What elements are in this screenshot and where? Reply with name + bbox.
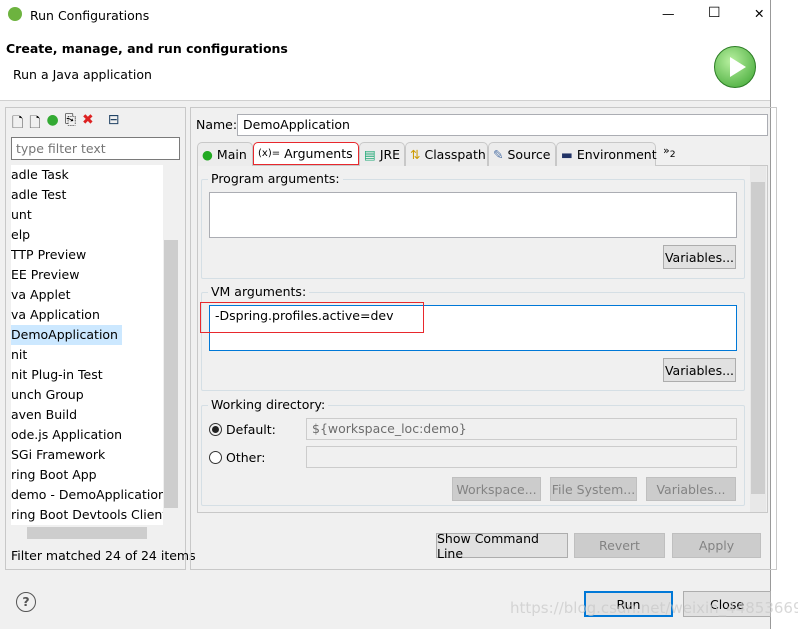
- revert-button[interactable]: Revert: [574, 533, 665, 558]
- other-directory-field[interactable]: [306, 446, 737, 468]
- classpath-tab-icon: ⇅: [410, 147, 421, 162]
- file-system-button[interactable]: File System...: [550, 477, 637, 501]
- list-item[interactable]: nit Plug-in Test: [11, 365, 103, 385]
- tab-environment[interactable]: ▬ Environment: [556, 142, 657, 166]
- tab-main[interactable]: ● Main: [197, 142, 253, 166]
- show-command-line-button[interactable]: Show Command Line: [436, 531, 568, 561]
- list-item[interactable]: ode.js Application: [11, 425, 122, 445]
- default-radio[interactable]: Default:: [209, 422, 276, 437]
- collapse-all-icon[interactable]: ⊟: [108, 112, 120, 136]
- name-field[interactable]: DemoApplication: [237, 114, 768, 136]
- window-title: Run Configurations: [30, 8, 150, 23]
- watermark: https://blog.csdn.net/weixin_44853669: [510, 599, 798, 617]
- new-prototype-icon[interactable]: 🗋: [29, 112, 40, 136]
- source-tab-icon: ✎: [493, 147, 504, 162]
- workspace-button[interactable]: Workspace...: [452, 477, 541, 501]
- program-arguments-input[interactable]: [209, 192, 737, 238]
- list-item[interactable]: elp: [11, 225, 30, 245]
- minimize-button[interactable]: —: [662, 6, 675, 21]
- app-icon: [8, 7, 22, 21]
- list-scrollbar-v[interactable]: [163, 165, 179, 525]
- delete-icon[interactable]: ✖: [82, 112, 94, 136]
- list-item[interactable]: adle Test: [11, 185, 66, 205]
- list-item[interactable]: ring Boot Devtools Client: [11, 505, 167, 525]
- list-item[interactable]: DemoApplication: [11, 325, 122, 345]
- list-item[interactable]: demo - DemoApplication: [11, 485, 166, 505]
- list-item[interactable]: aven Build: [11, 405, 77, 425]
- close-window-button[interactable]: ✕: [754, 6, 764, 21]
- other-radio[interactable]: Other:: [209, 450, 265, 465]
- list-item[interactable]: SGi Framework: [11, 445, 105, 465]
- list-item[interactable]: EE Preview: [11, 265, 79, 285]
- title-bar: Run Configurations — ☐ ✕: [0, 0, 770, 31]
- new-config-icon[interactable]: 🗋: [12, 112, 23, 136]
- environment-tab-icon: ▬: [561, 147, 573, 162]
- name-label: Name:: [196, 117, 238, 132]
- filter-input[interactable]: [11, 137, 180, 160]
- list-item[interactable]: unch Group: [11, 385, 84, 405]
- run-banner-icon: [714, 46, 756, 88]
- help-button[interactable]: ?: [16, 592, 36, 612]
- list-item[interactable]: va Application: [11, 305, 100, 325]
- radio-checked-icon: [209, 423, 222, 436]
- filter-status: Filter matched 24 of 24 items: [11, 548, 196, 563]
- duplicate-icon[interactable]: ⎘: [65, 112, 76, 136]
- vm-variables-button[interactable]: Variables...: [663, 358, 736, 382]
- default-directory-field: ${workspace_loc:demo}: [306, 418, 737, 440]
- list-scrollbar-h[interactable]: [11, 525, 179, 541]
- config-list: adle Task adle Test unt elp TTP Preview EE Pr…: [11, 165, 179, 525]
- radio-unchecked-icon: [209, 451, 222, 464]
- list-item[interactable]: adle Task: [11, 165, 69, 185]
- arguments-tab-icon: (x)=: [258, 148, 281, 159]
- header-subtitle: Run a Java application: [13, 67, 152, 82]
- main-tab-icon: ●: [202, 147, 213, 162]
- apply-button[interactable]: Apply: [672, 533, 761, 558]
- maximize-button[interactable]: ☐: [708, 5, 721, 21]
- more-tabs-button[interactable]: »2: [663, 144, 676, 160]
- content-scrollbar[interactable]: [750, 166, 766, 512]
- jre-tab-icon: ▤: [364, 147, 376, 162]
- list-item[interactable]: nit: [11, 345, 27, 365]
- export-icon[interactable]: ●: [47, 112, 59, 136]
- tab-source[interactable]: ✎ Source: [488, 142, 556, 166]
- program-variables-button[interactable]: Variables...: [663, 245, 736, 269]
- highlight-box: [200, 302, 424, 333]
- tab-arguments[interactable]: (x)= Arguments: [253, 142, 359, 165]
- toolbar: 🗋 🗋 ● ⎘ ✖ ⊟: [12, 112, 119, 136]
- list-item[interactable]: unt: [11, 205, 32, 225]
- list-item[interactable]: TTP Preview: [11, 245, 86, 265]
- list-item[interactable]: ring Boot App: [11, 465, 97, 485]
- header-title: Create, manage, and run configurations: [6, 41, 288, 56]
- list-item[interactable]: va Applet: [11, 285, 71, 305]
- tab-jre[interactable]: ▤ JRE: [359, 142, 405, 166]
- wd-variables-button[interactable]: Variables...: [646, 477, 736, 501]
- dialog-header: Create, manage, and run configurations R…: [0, 31, 770, 101]
- tab-classpath[interactable]: ⇅ Classpath: [405, 142, 488, 166]
